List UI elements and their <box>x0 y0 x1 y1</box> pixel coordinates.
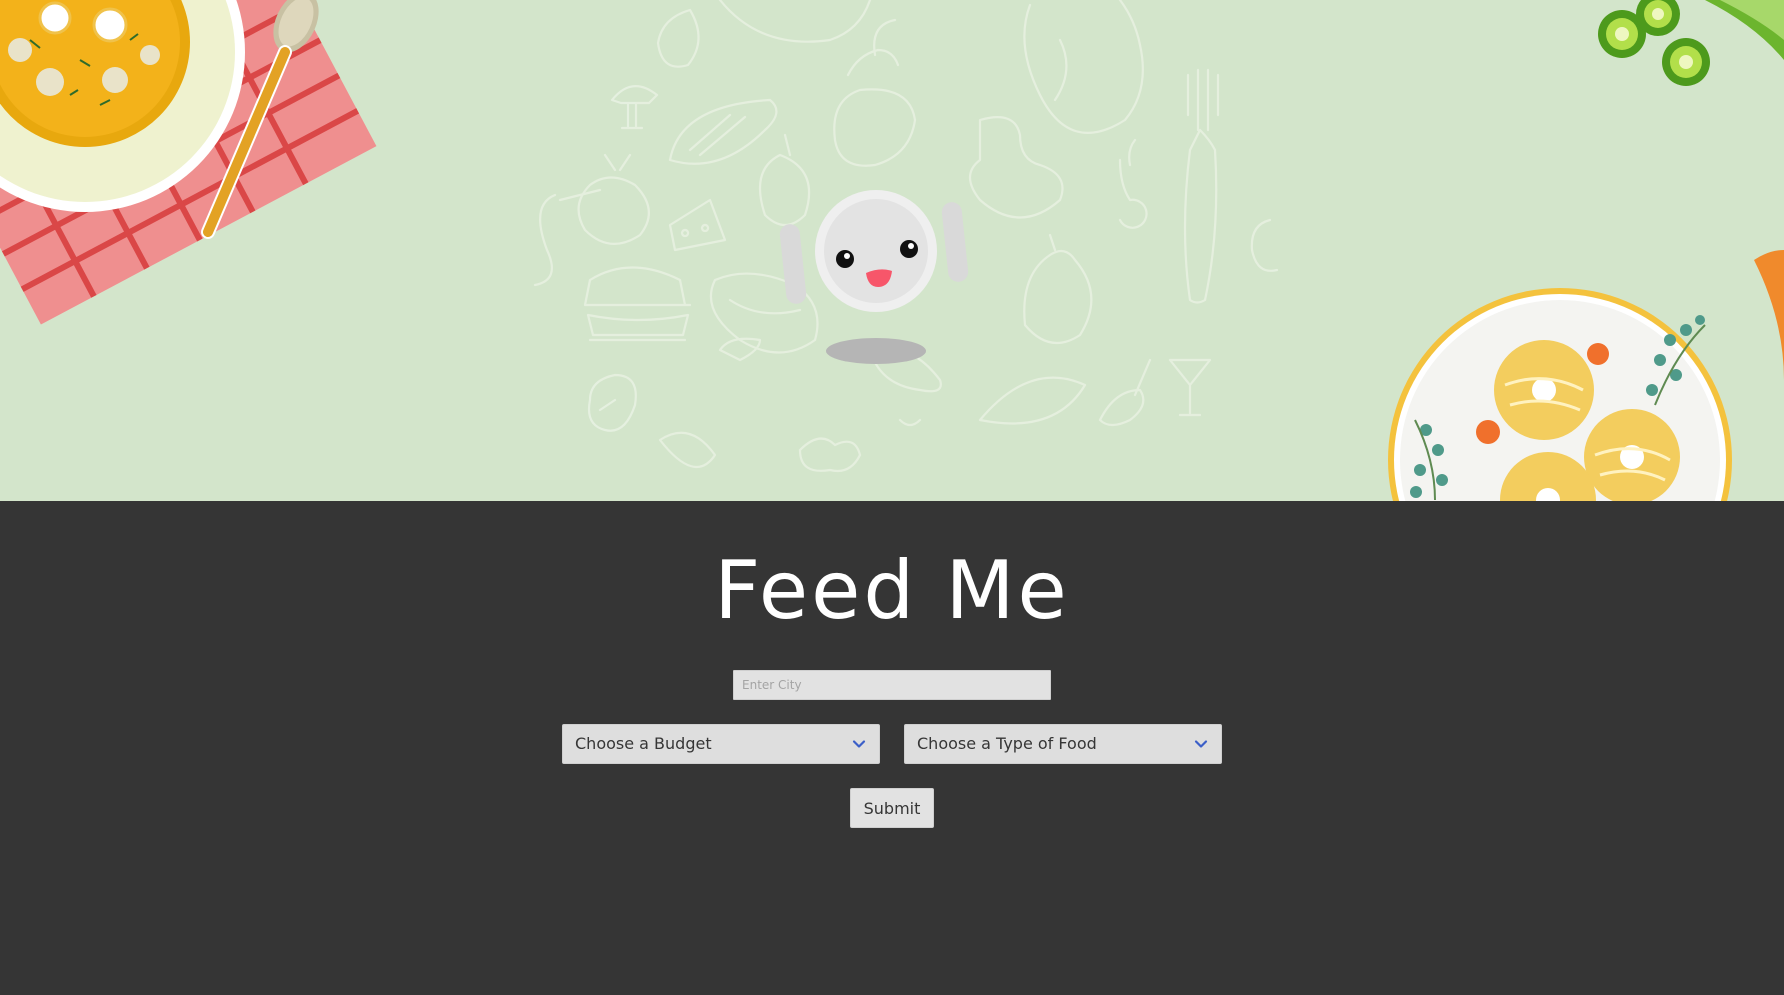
chevron-down-icon <box>852 740 866 748</box>
carrot-icon <box>1754 250 1784 380</box>
app-title: Feed Me <box>714 544 1070 637</box>
food-type-select-value: Choose a Type of Food <box>917 734 1097 753</box>
hero-illustration <box>0 0 1784 501</box>
food-type-select[interactable]: Choose a Type of Food <box>904 724 1222 764</box>
soup-bowl-icon <box>0 0 377 325</box>
hero-banner <box>0 0 1784 501</box>
robot-mascot-icon <box>779 190 969 364</box>
submit-button[interactable]: Submit <box>850 788 934 828</box>
city-input[interactable] <box>733 670 1051 700</box>
budget-select[interactable]: Choose a Budget <box>562 724 880 764</box>
okra-slices-icon <box>1598 0 1784 86</box>
budget-select-value: Choose a Budget <box>575 734 712 753</box>
donut-plate-icon <box>1388 288 1732 501</box>
search-form-section: Feed Me Choose a Budget Choose a Type of… <box>0 501 1784 995</box>
page: Feed Me Choose a Budget Choose a Type of… <box>0 0 1784 995</box>
chevron-down-icon <box>1194 740 1208 748</box>
